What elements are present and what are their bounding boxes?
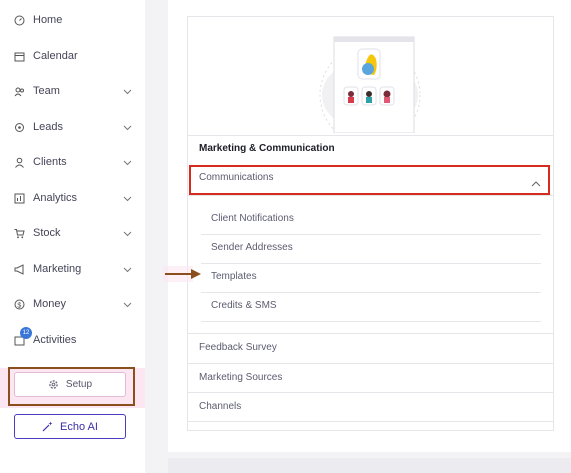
sidebar-item-leads[interactable]: Leads bbox=[13, 117, 138, 137]
clients-icon bbox=[13, 156, 25, 168]
chevron-down-icon bbox=[123, 193, 132, 205]
echo-ai-label: Echo AI bbox=[60, 420, 98, 433]
team-icon bbox=[13, 85, 25, 97]
illustration bbox=[319, 36, 421, 133]
annotation-arrow bbox=[163, 266, 201, 282]
submenu-credits-sms[interactable]: Credits & SMS bbox=[211, 300, 277, 311]
sidebar-item-label: Money bbox=[33, 298, 67, 310]
sidebar-item-analytics[interactable]: Analytics bbox=[13, 188, 138, 208]
sidebar-item-label: Home bbox=[33, 14, 63, 26]
money-icon: $ bbox=[13, 298, 25, 310]
setup-annotation-box bbox=[8, 367, 135, 406]
chevron-down-icon bbox=[123, 299, 132, 311]
chevron-down-icon bbox=[123, 86, 132, 98]
cart-icon bbox=[13, 227, 25, 239]
sidebar-item-label: Team bbox=[33, 85, 60, 97]
section-title: Marketing & Communication bbox=[199, 143, 335, 154]
divider bbox=[201, 234, 541, 235]
activities-icon: 12 bbox=[13, 327, 32, 346]
row-channels[interactable]: Channels bbox=[199, 401, 241, 412]
divider bbox=[201, 321, 541, 322]
chevron-down-icon bbox=[123, 228, 132, 240]
submenu-client-notifications[interactable]: Client Notifications bbox=[211, 213, 294, 224]
divider bbox=[201, 292, 541, 293]
calendar-icon bbox=[13, 50, 25, 62]
row-feedback-survey[interactable]: Feedback Survey bbox=[199, 342, 277, 353]
sidebar-item-team[interactable]: Team bbox=[13, 81, 138, 101]
chevron-down-icon bbox=[123, 122, 132, 134]
chevron-down-icon bbox=[123, 264, 132, 276]
sidebar-item-label: Stock bbox=[33, 227, 61, 239]
leads-icon bbox=[13, 121, 25, 133]
sidebar-item-label: Marketing bbox=[33, 263, 82, 275]
row-marketing-sources[interactable]: Marketing Sources bbox=[199, 372, 282, 383]
sidebar-item-label: Activities bbox=[33, 334, 77, 346]
divider bbox=[187, 333, 554, 334]
chevron-down-icon bbox=[123, 157, 132, 169]
sidebar-item-calendar[interactable]: Calendar bbox=[13, 46, 138, 66]
sidebar-item-label: Clients bbox=[33, 156, 67, 168]
sidebar-item-stock[interactable]: Stock bbox=[13, 223, 138, 243]
sidebar-item-home[interactable]: Home bbox=[13, 10, 138, 30]
home-icon bbox=[13, 14, 25, 26]
sidebar-item-money[interactable]: $ Money bbox=[13, 294, 138, 314]
sidebar-item-label: Leads bbox=[33, 121, 63, 133]
magic-wand-icon bbox=[42, 421, 53, 432]
svg-text:$: $ bbox=[17, 302, 21, 309]
sidebar-item-activities[interactable]: 12 Activities bbox=[13, 327, 138, 350]
divider bbox=[187, 392, 554, 393]
analytics-icon bbox=[13, 192, 25, 204]
sidebar-item-clients[interactable]: Clients bbox=[13, 152, 138, 172]
bottom-bar bbox=[168, 458, 571, 473]
megaphone-icon bbox=[13, 263, 25, 275]
divider bbox=[187, 135, 554, 136]
sidebar-item-marketing[interactable]: Marketing bbox=[13, 259, 138, 279]
sidebar-item-label: Analytics bbox=[33, 192, 78, 204]
divider bbox=[187, 363, 554, 364]
communications-highlight bbox=[189, 165, 550, 195]
echo-ai-button[interactable]: Echo AI bbox=[14, 414, 126, 439]
notification-badge: 12 bbox=[20, 327, 32, 339]
submenu-sender-addresses[interactable]: Sender Addresses bbox=[211, 242, 293, 253]
submenu-templates[interactable]: Templates bbox=[211, 271, 257, 282]
divider bbox=[201, 263, 541, 264]
sidebar-item-label: Calendar bbox=[33, 50, 78, 62]
divider bbox=[187, 195, 554, 196]
divider bbox=[187, 421, 554, 422]
